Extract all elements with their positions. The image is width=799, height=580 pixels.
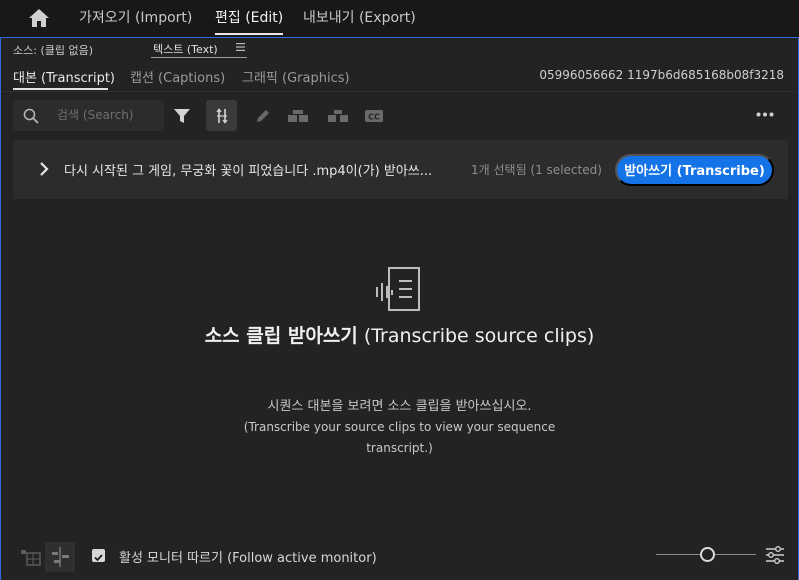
chevron-right-icon[interactable]: [39, 161, 49, 177]
divider: [1, 91, 798, 92]
empty-state-description: 시퀀스 대본을 보려면 소스 클립을 받아쓰십시오. (Transcribe y…: [221, 396, 578, 459]
search-box[interactable]: [13, 100, 164, 131]
empty-title-ko: 소스 클립 받아쓰기: [204, 325, 358, 347]
zoom-slider-thumb[interactable]: [700, 547, 715, 562]
settings-sliders-icon[interactable]: [765, 546, 785, 564]
merge-segments-button[interactable]: [282, 100, 313, 131]
search-icon: [23, 108, 39, 124]
clip-grid-icon: [21, 550, 41, 566]
text-panel-tab[interactable]: 텍스트 (Text): [153, 41, 218, 57]
merge-icon: [287, 109, 308, 122]
tab-graphics[interactable]: 그래픽 (Graphics): [242, 67, 350, 86]
transcribe-button[interactable]: 받아쓰기 (Transcribe): [615, 154, 774, 186]
tab-export[interactable]: 내보내기 (Export): [303, 0, 416, 37]
tab-captions[interactable]: 캡션 (Captions): [130, 67, 225, 86]
source-clip-row[interactable]: 다시 시작된 그 게임, 무궁화 꽃이 피었습니다 .mp4이(가) 받아쓰..…: [13, 140, 788, 199]
panel-menu-icon[interactable]: [236, 43, 245, 51]
follow-monitor-checkbox[interactable]: [92, 549, 105, 562]
checkmark-icon: [94, 554, 103, 562]
transcript-icon: [376, 267, 420, 311]
transcript-toolbar: CC: [1, 98, 798, 132]
empty-state-title: 소스 클립 받아쓰기 (Transcribe source clips): [201, 322, 598, 351]
tab-import[interactable]: 가져오기 (Import): [79, 0, 192, 37]
selected-count: 1개 선택됨 (1 selected): [471, 163, 602, 177]
edit-button[interactable]: [247, 100, 278, 131]
more-options-icon[interactable]: [756, 112, 774, 117]
tab-transcript-underline: [13, 88, 108, 90]
text-panel: 소스: (클립 없음) 텍스트 (Text) 대본 (Transcript) 캡…: [0, 37, 799, 580]
filter-button[interactable]: [166, 100, 197, 131]
sync-icon: [215, 107, 228, 124]
follow-monitor-label: 활성 모니터 따르기 (Follow active monitor): [119, 551, 377, 566]
transcript-app: 가져오기 (Import) 편집 (Edit) 내보내기 (Export) 소스…: [0, 0, 799, 580]
empty-desc-ko: 시퀀스 대본을 보려면 소스 클립을 받아쓰십시오.: [267, 399, 532, 414]
captions-icon: CC: [364, 109, 383, 122]
sequence-icon: [52, 547, 69, 567]
empty-desc-en: (Transcribe your source clips to view yo…: [243, 420, 556, 455]
create-captions-button[interactable]: CC: [358, 100, 389, 131]
home-icon[interactable]: [28, 8, 50, 28]
panel-footer: 활성 모니터 따르기 (Follow active monitor): [1, 538, 798, 574]
svg-text:CC: CC: [368, 112, 380, 121]
sync-scroll-button[interactable]: [206, 100, 237, 131]
pencil-icon: [256, 109, 269, 122]
filter-icon: [173, 108, 190, 123]
panel-title-bar: 소스: (클립 없음) 텍스트 (Text): [1, 38, 798, 60]
subtab-bar: 대본 (Transcript) 캡션 (Captions) 그래픽 (Graph…: [1, 60, 798, 90]
search-input[interactable]: [57, 105, 157, 125]
workspace-header: 가져오기 (Import) 편집 (Edit) 내보내기 (Export): [0, 0, 799, 37]
tab-transcript[interactable]: 대본 (Transcript): [13, 67, 115, 86]
split-segment-button[interactable]: [322, 100, 353, 131]
empty-title-en: (Transcribe source clips): [357, 325, 595, 347]
tab-edit[interactable]: 편집 (Edit): [215, 0, 284, 37]
sequence-id: 05996056662 1197b6d685168b08f3218: [539, 68, 784, 82]
source-label: 소스: (클립 없음): [13, 44, 94, 57]
split-icon: [327, 109, 348, 122]
text-tab-underline: [151, 57, 247, 58]
sequence-mode-button[interactable]: [45, 542, 75, 572]
clip-name: 다시 시작된 그 게임, 무궁화 꽃이 피었습니다 .mp4이(가) 받아쓰..…: [64, 164, 433, 179]
clip-mode-button[interactable]: [15, 542, 45, 572]
